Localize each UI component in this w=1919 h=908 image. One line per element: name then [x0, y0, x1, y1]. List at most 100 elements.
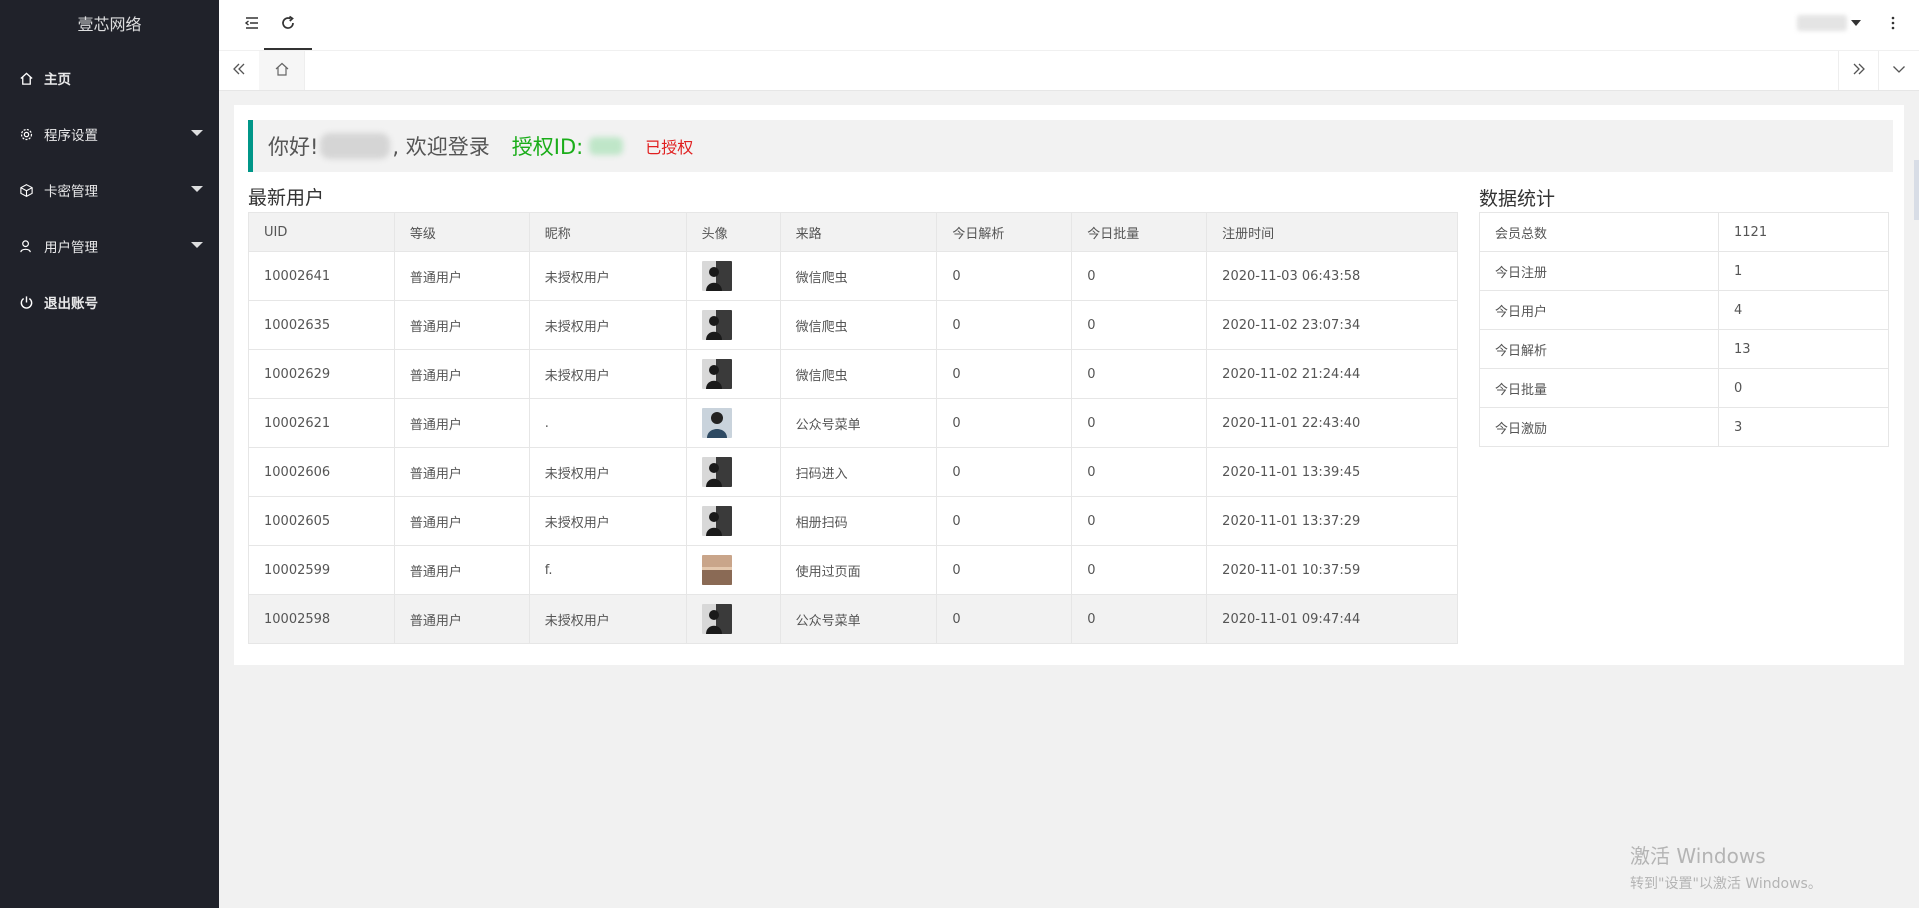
cell-nickname: f.	[528, 545, 687, 595]
tabs-dropdown-button[interactable]	[1878, 51, 1919, 90]
username-redacted	[1797, 15, 1847, 31]
welcome-banner: 你好! , 欢迎登录 授权ID: 已授权	[248, 120, 1893, 172]
avatar	[701, 457, 732, 487]
stats-row: 会员总数 1121	[1479, 212, 1889, 252]
sidebar-item-card-management[interactable]: 卡密管理	[0, 166, 219, 214]
avatar	[701, 506, 732, 536]
cell-today-parse: 0	[936, 594, 1073, 644]
cell-register-time: 2020-11-01 13:39:45	[1206, 447, 1458, 497]
refresh-button[interactable]	[258, 0, 318, 50]
sidebar: 壹芯网络 主页 程序设置 卡密管理 用户管理 退出账号	[0, 0, 219, 908]
sidebar-item-program-settings[interactable]: 程序设置	[0, 110, 219, 158]
cell-level: 普通用户	[393, 447, 530, 497]
cell-uid: 10002621	[248, 398, 395, 448]
tabs-bar	[219, 51, 1919, 91]
license-id-label: 授权ID:	[511, 135, 584, 159]
sidebar-item-home[interactable]: 主页	[0, 54, 219, 102]
scroll-edge	[1914, 160, 1919, 220]
table-row[interactable]: 10002641 普通用户 未授权用户 微信爬虫 0 0 2020-11-03 …	[248, 251, 1458, 301]
cell-avatar	[685, 251, 781, 301]
greeting-text: 你好!	[268, 135, 319, 159]
cell-uid: 10002629	[248, 349, 395, 399]
cell-nickname: 未授权用户	[528, 594, 687, 644]
gear-icon	[18, 126, 34, 142]
cell-level: 普通用户	[393, 349, 530, 399]
cell-nickname: 未授权用户	[528, 447, 687, 497]
cell-nickname: 未授权用户	[528, 496, 687, 546]
stat-label: 今日用户	[1479, 290, 1719, 330]
tab-home[interactable]	[259, 51, 305, 90]
stat-label: 今日激励	[1479, 407, 1719, 447]
cell-avatar	[685, 349, 781, 399]
cell-source: 使用过页面	[779, 545, 938, 595]
avatar	[701, 359, 732, 389]
stat-label: 今日解析	[1479, 329, 1719, 369]
double-chevron-left-icon	[231, 61, 247, 81]
table-row[interactable]: 10002621 普通用户 . 公众号菜单 0 0 2020-11-01 22:…	[248, 398, 1458, 448]
license-id-redacted	[589, 137, 624, 155]
stats-row: 今日批量 0	[1479, 368, 1889, 408]
cell-avatar	[685, 300, 781, 350]
cell-register-time: 2020-11-02 21:24:44	[1206, 349, 1458, 399]
sidebar-item-logout[interactable]: 退出账号	[0, 278, 219, 326]
column-header-today-batch[interactable]: 今日批量	[1071, 212, 1208, 252]
stats-row: 今日注册 1	[1479, 251, 1889, 291]
users-section-title: 最新用户	[248, 187, 325, 209]
home-icon	[18, 70, 34, 86]
sidebar-item-user-management[interactable]: 用户管理	[0, 222, 219, 270]
tabs-scroll-right-button[interactable]	[1838, 51, 1879, 90]
column-header-uid[interactable]: UID	[248, 212, 395, 252]
stats-row: 今日解析 13	[1479, 329, 1889, 369]
more-button[interactable]	[1881, 0, 1905, 50]
table-row[interactable]: 10002629 普通用户 未授权用户 微信爬虫 0 0 2020-11-02 …	[248, 349, 1458, 399]
cell-today-batch: 0	[1071, 300, 1208, 350]
cell-uid: 10002606	[248, 447, 395, 497]
stat-label: 今日批量	[1479, 368, 1719, 408]
table-row[interactable]: 10002599 普通用户 f. 使用过页面 0 0 2020-11-01 10…	[248, 545, 1458, 595]
table-row[interactable]: 10002635 普通用户 未授权用户 微信爬虫 0 0 2020-11-02 …	[248, 300, 1458, 350]
cell-source: 微信爬虫	[779, 251, 938, 301]
cell-level: 普通用户	[393, 300, 530, 350]
windows-activation-watermark: 激活 Windows 转到"设置"以激活 Windows。	[1630, 840, 1822, 893]
double-chevron-right-icon	[1851, 61, 1867, 81]
table-row[interactable]: 10002598 普通用户 未授权用户 公众号菜单 0 0 2020-11-01…	[248, 594, 1458, 644]
cell-uid: 10002641	[248, 251, 395, 301]
avatar	[701, 604, 732, 634]
cell-register-time: 2020-11-02 23:07:34	[1206, 300, 1458, 350]
table-row[interactable]: 10002606 普通用户 未授权用户 扫码进入 0 0 2020-11-01 …	[248, 447, 1458, 497]
stat-label: 今日注册	[1479, 251, 1719, 291]
home-icon	[274, 61, 290, 81]
top-header	[219, 0, 1919, 51]
stats-table: 会员总数 1121 今日注册 1 今日用户 4 今日解析 13 今日批量 0 今…	[1479, 212, 1889, 447]
stat-value: 13	[1718, 329, 1889, 369]
sidebar-item-label: 卡密管理	[44, 184, 98, 200]
stat-value: 0	[1718, 368, 1889, 408]
cell-nickname: .	[528, 398, 687, 448]
stat-label: 会员总数	[1479, 212, 1719, 252]
column-header-nickname[interactable]: 昵称	[528, 212, 687, 252]
sidebar-item-label: 主页	[44, 72, 71, 88]
cell-source: 公众号菜单	[779, 594, 938, 644]
column-header-register-time[interactable]: 注册时间	[1206, 212, 1458, 252]
cell-avatar	[685, 398, 781, 448]
tabs-scroll-left-button[interactable]	[219, 51, 260, 90]
cell-register-time: 2020-11-01 13:37:29	[1206, 496, 1458, 546]
cell-today-parse: 0	[936, 251, 1073, 301]
avatar	[701, 261, 732, 291]
column-header-today-parse[interactable]: 今日解析	[936, 212, 1073, 252]
chevron-down-icon	[191, 186, 203, 192]
column-header-source[interactable]: 来路	[779, 212, 938, 252]
stats-row: 今日用户 4	[1479, 290, 1889, 330]
sidebar-item-label: 用户管理	[44, 240, 98, 256]
cell-register-time: 2020-11-03 06:43:58	[1206, 251, 1458, 301]
users-table: UID 等级 昵称 头像 来路 今日解析 今日批量 注册时间 10002641 …	[248, 212, 1458, 644]
cell-avatar	[685, 447, 781, 497]
cell-source: 扫码进入	[779, 447, 938, 497]
user-menu[interactable]	[1797, 14, 1861, 32]
column-header-level[interactable]: 等级	[393, 212, 530, 252]
avatar	[701, 408, 732, 438]
table-row[interactable]: 10002605 普通用户 未授权用户 相册扫码 0 0 2020-11-01 …	[248, 496, 1458, 546]
stat-value: 1121	[1718, 212, 1889, 252]
cell-uid: 10002635	[248, 300, 395, 350]
column-header-avatar[interactable]: 头像	[685, 212, 781, 252]
